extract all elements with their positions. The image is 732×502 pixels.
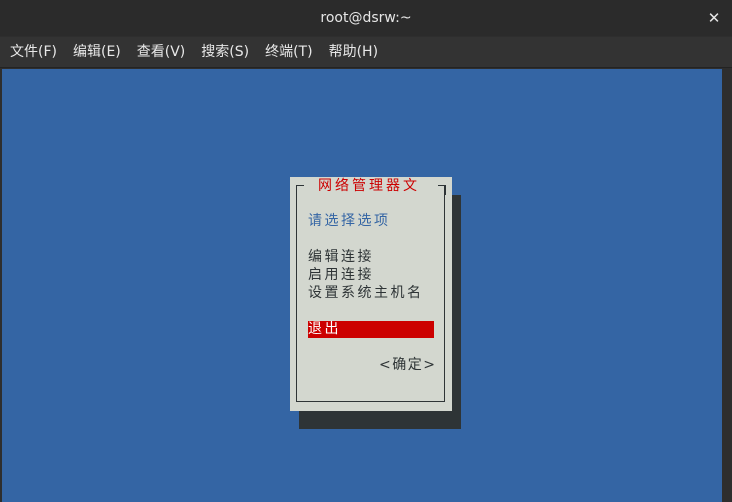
option-quit-selected[interactable]: 退出 <box>308 321 434 338</box>
close-icon[interactable]: ✕ <box>704 0 724 36</box>
terminal-window: root@dsrw:~ ✕ 文件(F) 编辑(E) 查看(V) 搜索(S) 终端… <box>0 0 732 502</box>
terminal-scrollbar[interactable] <box>722 69 732 502</box>
menu-file[interactable]: 文件(F) <box>4 37 63 68</box>
window-title: root@dsrw:~ <box>320 10 412 26</box>
menu-bar: 文件(F) 编辑(E) 查看(V) 搜索(S) 终端(T) 帮助(H) <box>0 37 732 68</box>
menu-view[interactable]: 查看(V) <box>131 37 192 68</box>
dialog-prompt: 请选择选项 <box>308 213 391 229</box>
nmtui-dialog: 网络管理器文 请选择选项 编辑连接 启用连接 设置系统主机名 退出 <确定> <box>290 177 452 411</box>
window-titlebar: root@dsrw:~ ✕ <box>0 0 732 36</box>
option-edit-connection[interactable]: 编辑连接 <box>308 248 374 266</box>
option-activate-connection[interactable]: 启用连接 <box>308 266 374 284</box>
dialog-title: 网络管理器文 <box>316 177 422 195</box>
ok-button[interactable]: <确定> <box>379 356 436 374</box>
option-set-hostname[interactable]: 设置系统主机名 <box>308 284 424 302</box>
dialog-frame-corner-left <box>296 185 304 195</box>
menu-edit[interactable]: 编辑(E) <box>67 37 127 68</box>
dialog-frame-corner-right <box>438 185 446 195</box>
menu-help[interactable]: 帮助(H) <box>323 37 384 68</box>
menu-search[interactable]: 搜索(S) <box>195 37 255 68</box>
menu-terminal[interactable]: 终端(T) <box>259 37 318 68</box>
